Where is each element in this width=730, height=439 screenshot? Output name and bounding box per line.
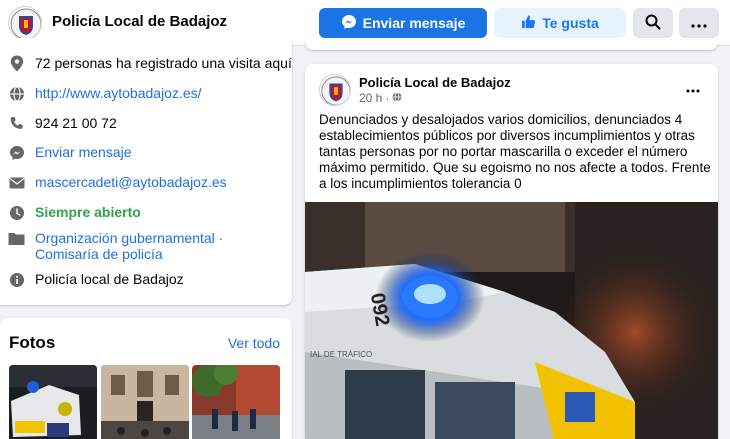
post-more-button[interactable]: [686, 80, 700, 96]
location-pin-icon: [8, 55, 25, 72]
image-car-text: IAL DE TRÁFICO: [310, 350, 372, 359]
visits-text: 72 personas ha registrado una visita aqu…: [35, 55, 292, 71]
page-info-card: 72 personas ha registrado una visita aqu…: [0, 38, 292, 305]
info-icon: [8, 271, 25, 288]
thumbs-up-icon: [521, 14, 536, 32]
phone-icon: [8, 115, 25, 132]
search-icon: [645, 14, 661, 33]
send-message-link[interactable]: Enviar mensaje: [35, 144, 132, 160]
website-link[interactable]: http://www.aytobadajoz.es/: [35, 85, 202, 101]
hours-status[interactable]: Siempre abierto: [35, 204, 141, 220]
see-all-link[interactable]: Ver todo: [228, 335, 280, 351]
category-separator: ·: [214, 230, 224, 246]
visits-row: 72 personas ha registrado una visita aqu…: [8, 55, 292, 72]
hours-row: Siempre abierto: [8, 204, 141, 221]
photo-thumbnail[interactable]: [9, 365, 97, 439]
category-link-government[interactable]: Organización gubernamental: [35, 230, 215, 246]
messenger-icon: [8, 144, 25, 161]
photo-thumbnail[interactable]: [192, 365, 280, 439]
post-image[interactable]: 092 IAL DE TRÁFICO: [305, 202, 718, 439]
globe-icon: [8, 85, 25, 102]
about-text: Policía local de Badajoz: [35, 271, 184, 287]
category-icon: [8, 230, 25, 247]
category-row: Organización gubernamental · Comisaría d…: [8, 230, 278, 262]
photo-thumbnail[interactable]: [101, 365, 189, 439]
page-title[interactable]: Policía Local de Badajoz: [52, 13, 227, 30]
category-link-police[interactable]: Comisaría de policía: [35, 246, 163, 262]
messenger-icon: [341, 14, 357, 33]
globe-small-icon: [392, 91, 402, 105]
post-timestamp: 20 h ·: [359, 91, 402, 105]
send-message-button[interactable]: Enviar mensaje: [319, 8, 487, 38]
more-icon: [691, 15, 707, 31]
more-options-button[interactable]: [679, 8, 719, 38]
post-text: Denunciados y desalojados varios domicil…: [319, 112, 711, 191]
website-row: http://www.aytobadajoz.es/: [8, 85, 202, 102]
page-logo[interactable]: [8, 6, 42, 40]
phone-row: 924 21 00 72: [8, 115, 117, 132]
post-card: Policía Local de Badajoz 20 h · Denuncia…: [305, 64, 718, 439]
mail-icon: [8, 174, 25, 191]
post-author-name[interactable]: Policía Local de Badajoz: [359, 75, 511, 90]
phone-text: 924 21 00 72: [35, 115, 117, 131]
search-button[interactable]: [633, 8, 673, 38]
like-label: Te gusta: [542, 15, 599, 31]
about-row: Policía local de Badajoz: [8, 271, 184, 288]
clock-icon: [8, 204, 25, 221]
previous-post-card: [305, 40, 718, 50]
photos-card: Fotos Ver todo: [0, 318, 292, 439]
email-row: mascercadeti@aytobadajoz.es: [8, 174, 227, 191]
like-button[interactable]: Te gusta: [494, 8, 626, 38]
more-icon: [686, 89, 700, 93]
post-time-text[interactable]: 20 h: [359, 91, 382, 105]
post-author-avatar[interactable]: [319, 74, 351, 106]
message-row: Enviar mensaje: [8, 144, 132, 161]
email-link[interactable]: mascercadeti@aytobadajoz.es: [35, 174, 227, 190]
send-message-label: Enviar mensaje: [362, 15, 466, 31]
photos-title: Fotos: [9, 333, 56, 352]
post-time-separator: ·: [385, 91, 390, 105]
